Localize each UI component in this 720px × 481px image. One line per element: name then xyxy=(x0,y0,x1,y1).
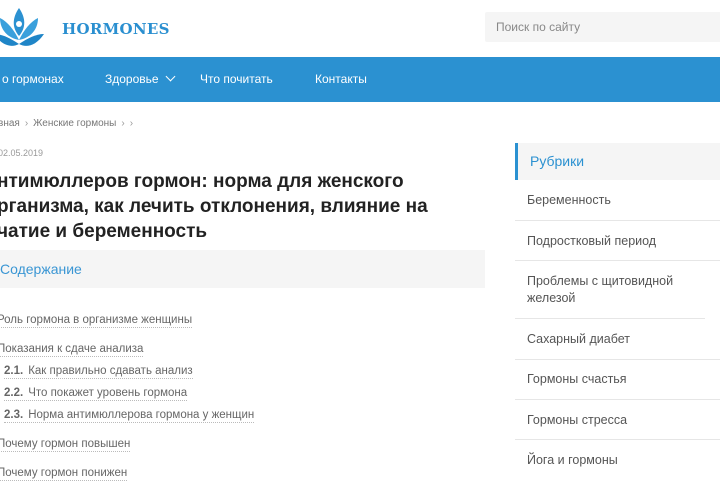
chevron-down-icon xyxy=(165,71,176,82)
breadcrumb-category[interactable]: Женские гормоны xyxy=(33,118,116,129)
breadcrumb-home[interactable]: вная xyxy=(0,118,20,129)
nav-item-reading[interactable]: Что почитать xyxy=(200,72,273,86)
nav-item-label: Здоровье xyxy=(105,72,159,86)
toc-item[interactable]: Показания к сдаче анализа xyxy=(0,343,144,357)
sidebar-item[interactable]: Гормоны стресса xyxy=(515,400,720,440)
toc-item[interactable]: Роль гормона в организме женщины xyxy=(0,314,193,328)
toc-subitem[interactable]: 2.2. Что покажет уровень гормона xyxy=(4,387,188,401)
toc-subitem[interactable]: 2.1. Как правильно сдавать анализ xyxy=(4,365,193,379)
sidebar-item[interactable]: Гормоны счастья xyxy=(515,360,720,400)
nav-item-about[interactable]: о гормонах xyxy=(2,72,64,86)
toc-label: Что покажет уровень гормона xyxy=(28,387,188,399)
lotus-logo-icon[interactable] xyxy=(0,6,46,52)
main-nav: о гормонах Здоровье Что почитать Контакт… xyxy=(0,57,720,102)
toc-toggle[interactable]: Содержание xyxy=(0,250,485,288)
toc-num: 2.1. xyxy=(4,365,24,377)
toc-label: Как правильно сдавать анализ xyxy=(28,365,193,377)
toc-item[interactable]: Почему гормон понижен xyxy=(0,467,128,481)
breadcrumb: вная › Женские гормоны › › xyxy=(0,118,134,129)
toc-item[interactable]: Почему гормон повышен xyxy=(0,438,131,452)
sidebar-item[interactable]: Беременность xyxy=(515,180,720,221)
sidebar-item[interactable]: Йога и гормоны xyxy=(515,440,720,480)
sidebar-item[interactable]: Сахарный диабет xyxy=(515,319,720,360)
toc-num: 2.2. xyxy=(4,387,24,399)
nav-item-health[interactable]: Здоровье xyxy=(105,71,176,86)
toc-subitem[interactable]: 2.3. Норма антимюллерова гормона у женщин xyxy=(4,409,255,423)
sidebar-item[interactable]: Подростковый период xyxy=(515,221,720,261)
post-date: 02.05.2019 xyxy=(0,148,44,158)
sidebar-title: Рубрики xyxy=(515,143,720,180)
brand-name[interactable]: HORMONES xyxy=(62,20,170,38)
search-input[interactable]: Поиск по сайту xyxy=(485,12,720,42)
page-title: нтимюллеров гормон: норма для женского р… xyxy=(0,171,428,242)
toc-label: Норма антимюллерова гормона у женщин xyxy=(28,409,255,421)
nav-item-contacts[interactable]: Контакты xyxy=(315,72,367,86)
sidebar-item[interactable]: Проблемы с щитовидной железой xyxy=(515,261,705,319)
toc-num: 2.3. xyxy=(4,409,24,421)
